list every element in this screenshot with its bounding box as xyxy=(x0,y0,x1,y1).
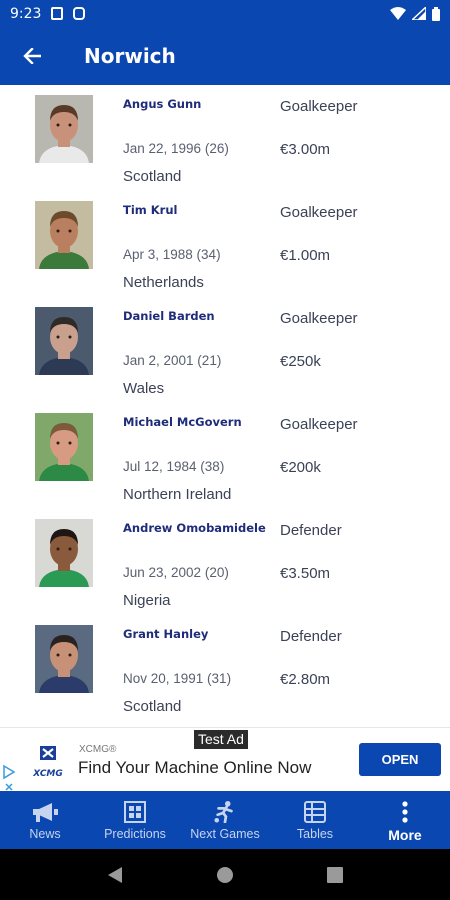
player-position: Goalkeeper xyxy=(280,416,358,433)
nav-predictions[interactable]: Predictions xyxy=(90,791,180,849)
nav-more[interactable]: More xyxy=(360,791,450,849)
ad-logo-text: XCMG xyxy=(32,769,63,779)
player-country: Nigeria xyxy=(123,592,171,609)
player-position: Goalkeeper xyxy=(280,310,358,327)
nav-label: Next Games xyxy=(190,827,260,841)
player-birth-date: Apr 3, 1988 (34) xyxy=(123,247,221,262)
player-list: Angus Gunn Jan 22, 1996 (26) Scotland Go… xyxy=(0,85,450,725)
player-name: Andrew Omobamidele xyxy=(123,521,266,535)
player-country: Netherlands xyxy=(123,274,204,291)
nav-label: Tables xyxy=(296,827,334,841)
signal-icon xyxy=(412,7,426,20)
app-bar: Norwich xyxy=(0,27,450,85)
bottom-nav: News Predictions Next Games Tables More xyxy=(0,791,450,849)
player-position: Goalkeeper xyxy=(280,98,358,115)
back-button[interactable] xyxy=(0,27,64,85)
player-photo xyxy=(35,201,93,269)
battery-icon xyxy=(432,6,440,21)
nav-label: News xyxy=(29,827,61,841)
player-row[interactable]: Tim Krul Apr 3, 1988 (34) Netherlands Go… xyxy=(0,191,450,297)
system-recents-icon[interactable] xyxy=(327,866,344,883)
player-photo xyxy=(35,95,93,163)
nav-next-games[interactable]: Next Games xyxy=(180,791,270,849)
player-row[interactable]: Grant Hanley Nov 20, 1991 (31) Scotland … xyxy=(0,615,450,721)
megaphone-icon xyxy=(33,803,58,822)
table-icon xyxy=(304,801,326,823)
player-country: Scotland xyxy=(123,698,182,715)
grid-icon xyxy=(124,801,146,823)
nav-news[interactable]: News xyxy=(0,791,90,849)
player-birth-date: Jan 2, 2001 (21) xyxy=(123,353,222,368)
player-photo xyxy=(35,307,93,375)
page-title: Norwich xyxy=(84,44,176,68)
player-market-value: €2.80m xyxy=(280,671,331,688)
player-photo xyxy=(35,413,93,481)
player-market-value: €200k xyxy=(280,459,321,476)
player-country: Wales xyxy=(123,380,165,397)
ad-headline[interactable]: Find Your Machine Online Now xyxy=(78,758,311,778)
player-country: Northern Ireland xyxy=(123,486,232,503)
player-position: Defender xyxy=(280,522,342,539)
ad-choices-icon[interactable] xyxy=(2,762,16,792)
arrow-back-icon xyxy=(23,48,41,64)
player-birth-date: Jan 22, 1996 (26) xyxy=(123,141,229,156)
nav-label: Predictions xyxy=(104,827,166,841)
wifi-icon xyxy=(390,7,406,20)
status-bar: 9:23 xyxy=(0,0,450,27)
nav-label: More xyxy=(388,827,422,843)
player-photo xyxy=(35,625,93,693)
player-market-value: €3.50m xyxy=(280,565,331,582)
ad-label: Test Ad xyxy=(194,730,248,749)
ad-banner[interactable]: Test Ad XCMG XCMG® Find Your Machine Onl… xyxy=(0,727,450,791)
ad-logo: XCMG xyxy=(28,746,68,782)
player-kicking-icon xyxy=(214,801,233,823)
player-name: Daniel Barden xyxy=(123,309,215,323)
ad-open-button[interactable]: OPEN xyxy=(359,743,441,776)
player-country: Scotland xyxy=(123,168,182,185)
player-row[interactable]: Andrew Omobamidele Jun 23, 2002 (20) Nig… xyxy=(0,509,450,615)
system-back-icon[interactable] xyxy=(107,866,123,884)
player-row[interactable]: Angus Gunn Jan 22, 1996 (26) Scotland Go… xyxy=(0,85,450,191)
player-row[interactable]: Daniel Barden Jan 2, 2001 (21) Wales Goa… xyxy=(0,297,450,403)
ad-brand: XCMG® xyxy=(79,744,117,755)
player-market-value: €1.00m xyxy=(280,247,331,264)
player-row[interactable]: Michael McGovern Jul 12, 1984 (38) North… xyxy=(0,403,450,509)
player-market-value: €3.00m xyxy=(280,141,331,158)
system-home-icon[interactable] xyxy=(216,866,234,884)
player-name: Tim Krul xyxy=(123,203,178,217)
nav-tables[interactable]: Tables xyxy=(270,791,360,849)
player-birth-date: Jul 12, 1984 (38) xyxy=(123,459,225,474)
player-photo xyxy=(35,519,93,587)
status-time: 9:23 xyxy=(10,5,42,22)
more-vertical-icon xyxy=(402,801,408,823)
player-birth-date: Jun 23, 2002 (20) xyxy=(123,565,229,580)
player-birth-date: Nov 20, 1991 (31) xyxy=(123,671,232,686)
player-position: Goalkeeper xyxy=(280,204,358,221)
notification-icon xyxy=(73,7,86,20)
xcmg-logo-icon: XCMG xyxy=(32,746,63,779)
player-name: Michael McGovern xyxy=(123,415,242,429)
player-market-value: €250k xyxy=(280,353,321,370)
player-name: Angus Gunn xyxy=(123,97,202,111)
player-position: Defender xyxy=(280,628,342,645)
sd-card-icon xyxy=(51,7,64,20)
player-name: Grant Hanley xyxy=(123,627,209,641)
system-nav-bar xyxy=(0,849,450,900)
